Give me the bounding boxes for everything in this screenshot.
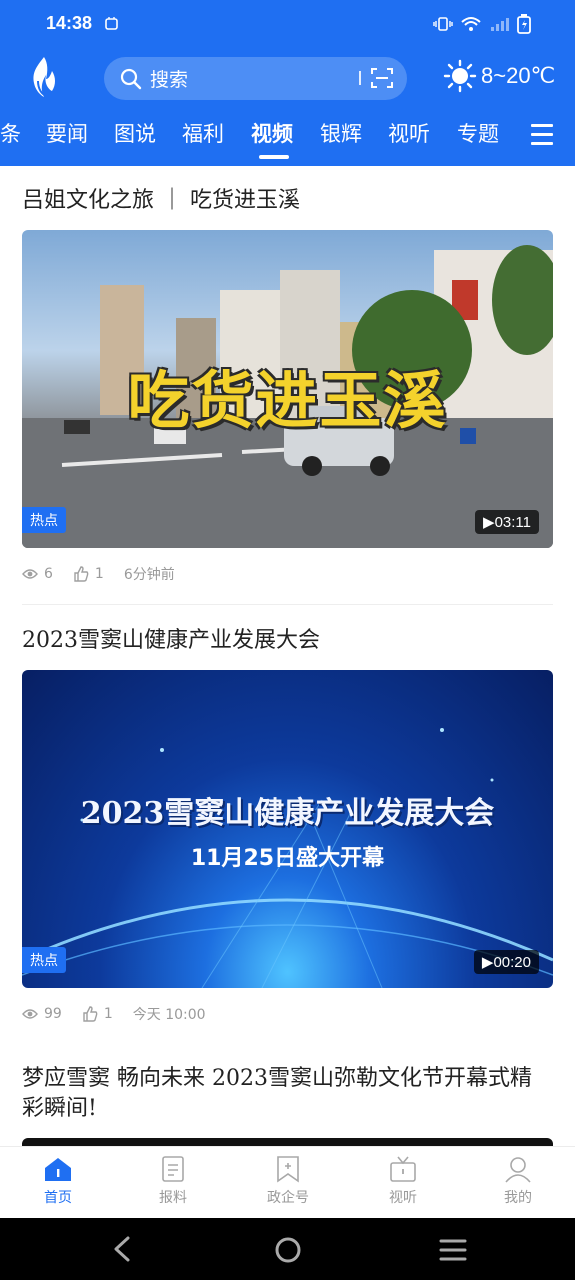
battery-icon — [517, 14, 531, 34]
status-bar: 14:38 — [0, 10, 575, 40]
active-tab-indicator — [259, 155, 289, 159]
nav-home[interactable]: 首页 — [18, 1155, 98, 1207]
bottom-nav: 首页 报料 政企号 视听 我的 — [0, 1146, 575, 1218]
nav-profile[interactable]: 我的 — [478, 1155, 558, 1207]
video-card[interactable]: 2023雪窦山健康产业发展大会 2023雪窦山健康产业发展大会 11月25日盛大… — [22, 626, 553, 1024]
status-time: 14:38 — [46, 13, 93, 33]
video-thumbnail[interactable] — [22, 1138, 553, 1146]
app-header: 14:38 搜索 8~20℃ 条 要闻 图说 福利 视频 银辉 视听 专题 — [0, 0, 575, 166]
video-title[interactable]: 2023雪窦山健康产业发展大会 — [22, 626, 553, 656]
tab-video[interactable]: 视频 — [251, 118, 293, 148]
tab-welfare[interactable]: 福利 — [182, 118, 224, 148]
video-title[interactable]: 吕姐文化之旅 ｜ 吃货进玉溪 — [22, 186, 553, 216]
thumbnail-caption: 吃货进玉溪 — [127, 364, 448, 437]
tab-topics[interactable]: 专题 — [457, 118, 499, 148]
vibrate-icon — [433, 17, 453, 31]
duration-text: 00:20 — [493, 954, 531, 971]
video-card[interactable]: 梦应雪窦 畅向未来 2023雪窦山弥勒文化节开幕式精彩瞬间! — [22, 1064, 553, 1146]
nav-audiovisual[interactable]: 视听 — [363, 1155, 443, 1207]
flame-logo-icon[interactable] — [26, 55, 62, 99]
like-count: 1 — [103, 1006, 113, 1022]
views-icon — [22, 569, 38, 579]
nav-gov-enterprise[interactable]: 政企号 — [248, 1155, 328, 1207]
nav-home-label: 首页 — [44, 1190, 72, 1206]
search-placeholder: 搜索 — [150, 69, 189, 91]
menu-icon[interactable] — [531, 124, 553, 151]
view-count: 99 — [44, 1006, 62, 1022]
video-duration: ▶03:11 — [475, 510, 539, 534]
search-icon — [120, 68, 142, 89]
sun-icon — [443, 59, 477, 93]
search-bar[interactable]: 搜索 — [104, 57, 407, 100]
post-time: 6分钟前 — [123, 567, 175, 583]
views-icon — [22, 1009, 38, 1019]
like-icon[interactable] — [73, 566, 89, 582]
tv-icon — [390, 1156, 416, 1182]
tab-yinhui[interactable]: 银辉 — [320, 118, 362, 148]
weather-temp: 8~20℃ — [481, 63, 556, 88]
video-meta: 99 1 今天 10:00 — [22, 1004, 553, 1024]
back-icon[interactable] — [110, 1236, 134, 1262]
notification-icon — [105, 17, 118, 30]
top-bar: 搜索 8~20℃ — [0, 55, 575, 103]
view-count: 6 — [44, 566, 53, 582]
nav-report-label: 报料 — [159, 1190, 187, 1206]
video-card[interactable]: 吕姐文化之旅 ｜ 吃货进玉溪 吃货进玉溪 热点 ▶03:11 6 1 6分钟前 — [22, 186, 553, 584]
tab-audiovisual[interactable]: 视听 — [388, 118, 430, 148]
hot-badge: 热点 — [22, 507, 66, 533]
weather-widget[interactable]: 8~20℃ — [443, 59, 555, 93]
video-thumbnail[interactable]: 2023雪窦山健康产业发展大会 11月25日盛大开幕 热点 ▶00:20 — [22, 670, 553, 988]
signal-icon — [491, 18, 509, 31]
video-duration: ▶00:20 — [473, 950, 539, 974]
video-feed: 吕姐文化之旅 ｜ 吃货进玉溪 吃货进玉溪 热点 ▶03:11 6 1 6分钟前 … — [0, 166, 575, 1146]
thumbnail-caption: 2023雪窦山健康产业发展大会 — [80, 796, 495, 831]
profile-icon — [505, 1157, 531, 1183]
tab-pictures[interactable]: 图说 — [114, 118, 156, 148]
divider — [22, 604, 553, 605]
recents-icon[interactable] — [439, 1238, 467, 1262]
nav-report[interactable]: 报料 — [133, 1155, 213, 1207]
search-separator — [359, 71, 361, 85]
tab-news[interactable]: 要闻 — [46, 118, 88, 148]
hot-badge: 热点 — [22, 947, 66, 973]
wifi-icon — [461, 17, 481, 31]
nav-profile-label: 我的 — [504, 1190, 532, 1206]
video-meta: 6 1 6分钟前 — [22, 564, 553, 584]
tab-tiao[interactable]: 条 — [0, 118, 21, 148]
play-icon: ▶ — [483, 514, 495, 531]
home-button-icon[interactable] — [274, 1236, 302, 1264]
play-icon: ▶ — [481, 954, 494, 971]
thumbnail-subcaption: 11月25日盛大开幕 — [190, 846, 385, 871]
like-count: 1 — [94, 566, 104, 582]
video-title[interactable]: 梦应雪窦 畅向未来 2023雪窦山弥勒文化节开幕式精彩瞬间! — [22, 1064, 553, 1124]
like-icon[interactable] — [82, 1006, 98, 1022]
video-thumbnail[interactable]: 吃货进玉溪 热点 ▶03:11 — [22, 230, 553, 548]
report-icon — [162, 1156, 184, 1182]
home-icon — [45, 1158, 71, 1181]
nav-gov-enterprise-label: 政企号 — [267, 1190, 309, 1206]
scan-icon[interactable] — [371, 67, 393, 89]
duration-text: 03:11 — [494, 514, 531, 531]
channel-tabs: 条 要闻 图说 福利 视频 银辉 视听 专题 — [0, 118, 575, 164]
bookmark-icon — [277, 1156, 299, 1183]
status-icons — [433, 14, 531, 34]
post-time: 今天 10:00 — [132, 1007, 206, 1023]
system-nav-bar — [0, 1218, 575, 1280]
nav-audiovisual-label: 视听 — [389, 1190, 417, 1206]
